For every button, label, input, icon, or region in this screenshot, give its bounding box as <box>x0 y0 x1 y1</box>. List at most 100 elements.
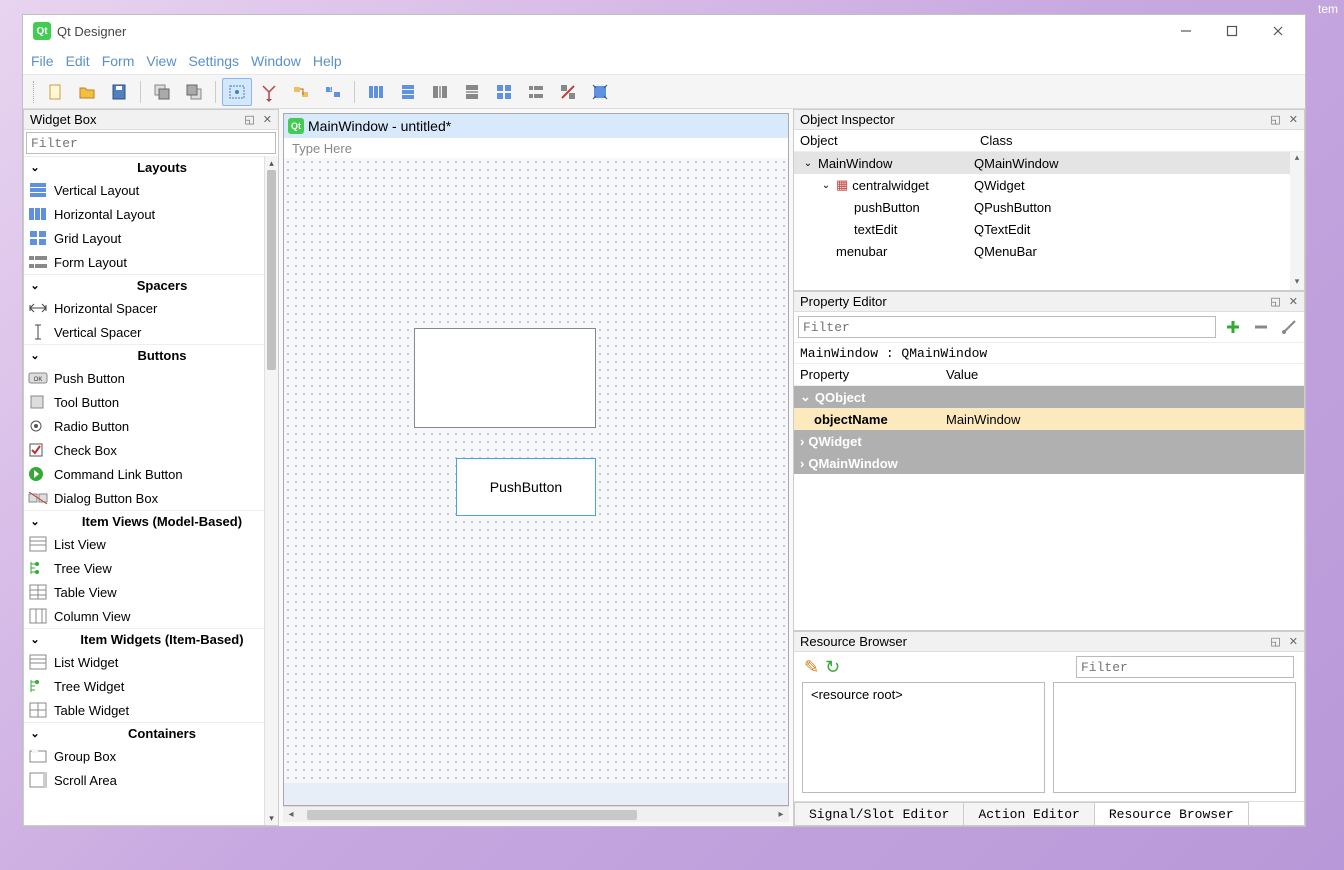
tab-resource-browser[interactable]: Resource Browser <box>1094 802 1249 825</box>
resource-preview-pane[interactable] <box>1053 682 1296 793</box>
edit-taborder-button[interactable]: 1 <box>318 78 348 106</box>
layout-grid-button[interactable] <box>489 78 519 106</box>
canvas-hscrollbar[interactable]: ◂ ▸ <box>283 806 789 822</box>
maximize-button[interactable] <box>1209 16 1255 46</box>
design-textedit[interactable] <box>414 328 596 428</box>
object-inspector-float-icon[interactable]: ◱ <box>1270 113 1280 126</box>
expand-icon[interactable]: ⌄ <box>818 180 834 191</box>
widget-item[interactable]: Tree View <box>24 556 278 580</box>
property-editor-close-icon[interactable]: ✕ <box>1289 295 1298 308</box>
property-col-header[interactable]: Property <box>800 367 946 382</box>
class-col-header[interactable]: Class <box>980 133 1013 148</box>
object-inspector-close-icon[interactable]: ✕ <box>1289 113 1298 126</box>
menu-settings[interactable]: Settings <box>188 53 239 69</box>
resource-tree-pane[interactable]: <resource root> <box>802 682 1045 793</box>
edit-widgets-button[interactable] <box>222 78 252 106</box>
minimize-button[interactable] <box>1163 16 1209 46</box>
layout-horiz-button[interactable] <box>361 78 391 106</box>
widget-box-float-icon[interactable]: ◱ <box>244 113 254 126</box>
object-row[interactable]: ⌄MainWindowQMainWindow <box>794 152 1304 174</box>
obj-scroll-down-icon[interactable]: ▾ <box>1290 276 1304 290</box>
edit-signals-button[interactable] <box>254 78 284 106</box>
widget-item[interactable]: Vertical Spacer <box>24 320 278 344</box>
widget-item[interactable]: Horizontal Layout <box>24 202 278 226</box>
widget-item[interactable]: Table View <box>24 580 278 604</box>
property-group-header[interactable]: ›QMainWindow <box>794 452 1304 474</box>
property-settings-icon[interactable] <box>1278 316 1300 338</box>
property-remove-icon[interactable] <box>1250 316 1272 338</box>
property-group-header[interactable]: ›QWidget <box>794 430 1304 452</box>
adjust-size-button[interactable] <box>585 78 615 106</box>
layout-horiz-splitter-button[interactable] <box>425 78 455 106</box>
object-row[interactable]: ⌄▦centralwidgetQWidget <box>794 174 1304 196</box>
hscroll-left-icon[interactable]: ◂ <box>283 809 299 820</box>
tab-signal-slot[interactable]: Signal/Slot Editor <box>794 802 964 825</box>
tab-action-editor[interactable]: Action Editor <box>963 802 1094 825</box>
form-menubar[interactable]: Type Here <box>284 138 788 158</box>
scroll-down-icon[interactable]: ▾ <box>265 811 278 825</box>
design-area[interactable]: Qt MainWindow - untitled* Type Here Push… <box>283 113 789 806</box>
widget-filter-input[interactable] <box>27 133 275 153</box>
layout-vert-button[interactable] <box>393 78 423 106</box>
save-form-button[interactable] <box>104 78 134 106</box>
widget-item[interactable]: Grid Layout <box>24 226 278 250</box>
send-back-button[interactable] <box>147 78 177 106</box>
resource-browser-float-icon[interactable]: ◱ <box>1270 635 1280 648</box>
property-value[interactable]: MainWindow <box>946 412 1020 427</box>
object-row[interactable]: menubarQMenuBar <box>794 240 1304 262</box>
menu-view[interactable]: View <box>146 53 176 69</box>
widget-item[interactable]: Radio Button <box>24 414 278 438</box>
widget-item[interactable]: Column View <box>24 604 278 628</box>
widget-category-header[interactable]: ⌄Layouts <box>24 156 278 178</box>
widget-box-close-icon[interactable]: ✕ <box>263 113 272 126</box>
resource-filter-input[interactable] <box>1076 656 1294 678</box>
widget-item[interactable]: Form Layout <box>24 250 278 274</box>
widget-item[interactable]: Table Widget <box>24 698 278 722</box>
break-layout-button[interactable] <box>553 78 583 106</box>
menu-window[interactable]: Window <box>251 53 301 69</box>
menu-form[interactable]: Form <box>102 53 135 69</box>
form-statusbar[interactable] <box>284 783 788 805</box>
object-tree[interactable]: ⌄MainWindowQMainWindow⌄▦centralwidgetQWi… <box>794 152 1304 290</box>
object-row[interactable]: pushButtonQPushButton <box>794 196 1304 218</box>
widget-item[interactable]: Horizontal Spacer <box>24 296 278 320</box>
widget-scrollbar[interactable]: ▴ ▾ <box>264 156 278 825</box>
widget-item[interactable]: List Widget <box>24 650 278 674</box>
reload-resources-icon[interactable]: ↻ <box>825 657 840 678</box>
scroll-up-icon[interactable]: ▴ <box>265 156 278 170</box>
obj-scroll-up-icon[interactable]: ▴ <box>1290 152 1304 166</box>
design-pushbutton[interactable]: PushButton <box>456 458 596 516</box>
widget-item[interactable]: Scroll Area <box>24 768 278 792</box>
bring-front-button[interactable] <box>179 78 209 106</box>
new-form-button[interactable] <box>40 78 70 106</box>
menu-edit[interactable]: Edit <box>66 53 90 69</box>
widget-item[interactable]: Vertical Layout <box>24 178 278 202</box>
widget-category-header[interactable]: ⌄Item Views (Model-Based) <box>24 510 278 532</box>
close-button[interactable] <box>1255 16 1301 46</box>
property-add-icon[interactable] <box>1222 316 1244 338</box>
widget-category-header[interactable]: ⌄Item Widgets (Item-Based) <box>24 628 278 650</box>
layout-form-button[interactable] <box>521 78 551 106</box>
property-editor-float-icon[interactable]: ◱ <box>1270 295 1280 308</box>
menu-file[interactable]: File <box>31 53 54 69</box>
property-group-header[interactable]: ⌄QObject <box>794 386 1304 408</box>
edit-resources-icon[interactable]: ✎ <box>804 657 819 678</box>
open-form-button[interactable] <box>72 78 102 106</box>
edit-buddies-button[interactable] <box>286 78 316 106</box>
widget-category-header[interactable]: ⌄Containers <box>24 722 278 744</box>
property-filter-input[interactable] <box>798 316 1216 338</box>
value-col-header[interactable]: Value <box>946 367 978 382</box>
resource-root[interactable]: <resource root> <box>811 687 903 702</box>
object-scrollbar[interactable]: ▴ ▾ <box>1290 152 1304 290</box>
scroll-thumb[interactable] <box>267 170 276 370</box>
widget-category-header[interactable]: ⌄Spacers <box>24 274 278 296</box>
widget-item[interactable]: Tree Widget <box>24 674 278 698</box>
form-central-widget[interactable]: PushButton <box>284 158 788 783</box>
form-menu-hint[interactable]: Type Here <box>292 141 352 156</box>
property-row[interactable]: objectNameMainWindow <box>794 408 1304 430</box>
widget-item[interactable]: OKPush Button <box>24 366 278 390</box>
widget-item[interactable]: Dialog Button Box <box>24 486 278 510</box>
object-row[interactable]: textEditQTextEdit <box>794 218 1304 240</box>
resource-browser-close-icon[interactable]: ✕ <box>1289 635 1298 648</box>
widget-item[interactable]: Command Link Button <box>24 462 278 486</box>
